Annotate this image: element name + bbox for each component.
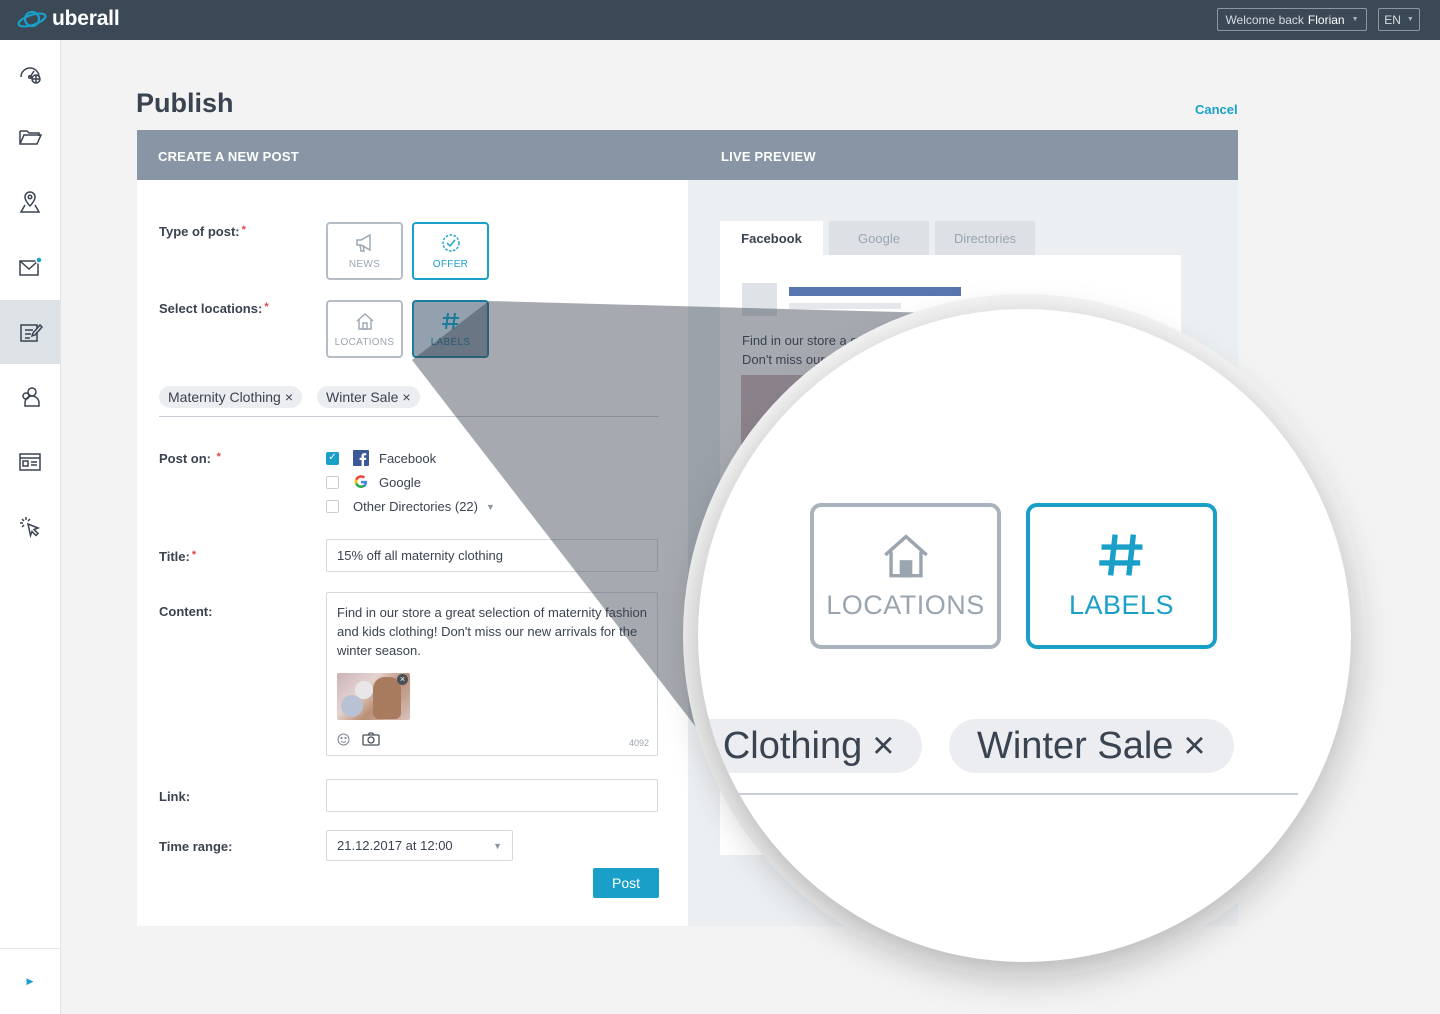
house-icon <box>883 533 928 577</box>
user-name: Florian <box>1307 12 1345 27</box>
attached-image-thumbnail[interactable]: × <box>337 673 410 720</box>
content-text: Find in our store a great selection of m… <box>337 605 647 658</box>
edit-post-icon <box>20 323 43 342</box>
label-tag-winter-sale: Winter Sale × <box>317 386 420 408</box>
create-post-heading: CREATE A NEW POST <box>158 149 299 164</box>
hashtag-icon <box>441 312 459 329</box>
locations-option-button[interactable]: LOCATIONS <box>326 300 403 358</box>
page-name-placeholder <box>789 287 961 296</box>
post-button[interactable]: Post <box>593 868 659 898</box>
type-news-button[interactable]: NEWS <box>326 222 403 280</box>
label-tag-maternity: Maternity Clothing × <box>159 386 303 408</box>
type-offer-button[interactable]: OFFER <box>412 222 489 280</box>
users-icon <box>22 387 40 407</box>
type-of-post-label: Type of post: * <box>159 224 246 239</box>
chevron-down-icon: ▼ <box>1406 16 1414 23</box>
directories-label: Other Directories (22) <box>353 499 478 514</box>
megaphone-icon <box>355 233 371 252</box>
network-directories-row[interactable]: Other Directories (22) ▼ <box>326 499 495 514</box>
magnified-field-underline <box>738 793 1298 795</box>
title-label: Title: * <box>159 549 197 564</box>
camera-icon[interactable] <box>362 732 380 746</box>
page-title: Publish <box>136 88 234 118</box>
chevron-right-icon: ▶ <box>26 976 34 986</box>
tab-facebook[interactable]: Facebook <box>720 221 823 255</box>
magnified-tag-winter-sale: Winter Sale × <box>949 719 1234 773</box>
chevron-down-icon: ▼ <box>493 840 502 851</box>
link-label: Link: <box>159 789 191 804</box>
chevron-down-icon[interactable]: ▼ <box>486 502 495 512</box>
magnifier-callout: LOCATIONS LABELS Maternity Clothing× Win… <box>698 309 1351 962</box>
character-counter: 4092 <box>628 738 649 748</box>
content-label: Content: <box>159 604 213 619</box>
sidebar-item-clicks[interactable] <box>0 495 60 559</box>
cursor-click-icon <box>20 517 41 539</box>
labels-option-label: LABELS <box>430 336 471 348</box>
live-preview-heading: LIVE PREVIEW <box>721 149 816 164</box>
labels-option-button[interactable]: LABELS <box>412 300 489 358</box>
sidebar-item-locations[interactable] <box>0 170 60 234</box>
magnified-labels-button: LABELS <box>1026 503 1217 649</box>
welcome-text: Welcome back <box>1225 12 1304 27</box>
magnified-locations-button: LOCATIONS <box>810 503 1001 649</box>
cancel-link[interactable]: Cancel <box>1195 102 1238 117</box>
sidebar-item-folders[interactable] <box>0 105 60 169</box>
sidebar-item-publish[interactable] <box>0 300 60 364</box>
brand-name: uberall <box>52 7 120 30</box>
house-icon <box>356 312 373 330</box>
user-menu-button[interactable]: Welcome back Florian ▼ <box>1217 8 1367 31</box>
google-checkbox[interactable] <box>326 475 339 489</box>
dashboard-gauge-icon <box>20 67 41 84</box>
magnified-tag-maternity: Maternity Clothing× <box>698 719 923 773</box>
type-news-label: NEWS <box>348 258 381 270</box>
card-header: CREATE A NEW POST LIVE PREVIEW <box>137 130 1238 180</box>
select-locations-label: Select locations: * <box>159 301 269 316</box>
sidebar-expand-button[interactable]: ▶ <box>0 948 60 1014</box>
hashtag-icon <box>1098 533 1142 576</box>
badge-check-icon <box>441 233 460 252</box>
sidebar-item-inbox[interactable] <box>0 235 60 299</box>
mail-notification-icon <box>19 256 43 276</box>
language-label: EN <box>1384 12 1401 27</box>
magnified-labels-label: LABELS <box>1068 589 1175 620</box>
language-selector[interactable]: EN ▼ <box>1378 8 1420 31</box>
magnified-locations-label: LOCATIONS <box>826 589 985 620</box>
title-input[interactable]: 15% off all maternity clothing <box>326 539 658 572</box>
remove-tag-icon[interactable]: × <box>402 389 410 405</box>
directories-checkbox[interactable] <box>326 500 339 513</box>
emoji-icon[interactable] <box>337 733 350 746</box>
facebook-label: Facebook <box>379 450 437 466</box>
content-textarea[interactable]: Find in our store a great selection of m… <box>326 592 658 756</box>
google-icon <box>353 474 369 490</box>
time-range-select[interactable]: 21.12.2017 at 12:00 ▼ <box>326 830 513 861</box>
top-bar: uberall Welcome back Florian ▼ EN ▼ <box>0 0 1440 40</box>
tab-directories[interactable]: Directories <box>935 221 1035 255</box>
folder-icon <box>19 130 43 145</box>
sidebar-item-dashboard[interactable] <box>0 41 60 105</box>
sidebar-item-users[interactable] <box>0 365 60 429</box>
facebook-icon <box>353 450 369 466</box>
remove-image-icon[interactable]: × <box>397 674 408 685</box>
tab-google[interactable]: Google <box>829 221 929 255</box>
locations-option-label: LOCATIONS <box>334 336 395 348</box>
uberall-logo[interactable]: uberall <box>16 6 120 32</box>
type-offer-label: OFFER <box>432 258 469 270</box>
post-on-label: Post on: * <box>159 451 221 466</box>
sidebar: ▶ <box>0 40 61 1014</box>
remove-tag-icon[interactable]: × <box>285 389 293 405</box>
chevron-down-icon: ▼ <box>1351 16 1359 23</box>
listing-card-icon <box>19 453 41 471</box>
sidebar-item-listings[interactable] <box>0 430 60 494</box>
network-google-row[interactable]: Google <box>326 474 421 490</box>
selected-labels-field[interactable]: Maternity Clothing × Winter Sale × <box>159 384 659 417</box>
time-range-label: Time range: <box>159 839 233 854</box>
link-input[interactable] <box>326 779 658 812</box>
google-label: Google <box>379 474 421 490</box>
network-facebook-row[interactable]: ✓ Facebook <box>326 450 436 466</box>
map-pin-icon <box>19 191 41 213</box>
planet-logo-icon <box>17 10 47 28</box>
facebook-checkbox[interactable]: ✓ <box>326 451 339 465</box>
